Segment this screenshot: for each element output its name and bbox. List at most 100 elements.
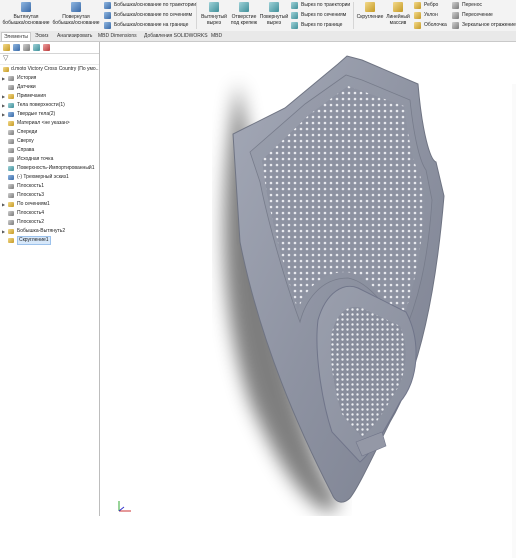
sweep-boss-label: Бобышка/основание по траектории [114,2,197,8]
plane-icon [8,130,14,135]
boundary-boss-button[interactable]: Бобышка/основание на границе [104,21,188,29]
tree-root-part[interactable]: d.moto Victory Cross Country (По умо... [0,65,99,74]
expand-arrow-icon[interactable]: ▶ [2,92,6,101]
tree-item[interactable]: Сверху [0,137,99,146]
ribbon-separator [353,2,354,29]
tree-item[interactable]: Плоскость2 [0,218,99,227]
boundary-cut-icon [291,21,298,29]
tree-item[interactable]: ▶ Твердые тела(2) [0,110,99,119]
rib-button[interactable]: Ребро [414,1,438,9]
property-manager-tab-icon[interactable] [13,44,20,51]
expand-arrow-icon[interactable]: ▶ [2,110,6,119]
tree-item[interactable]: Датчики [0,83,99,92]
revolve-cut-button[interactable]: Повернутый вырез [259,2,289,26]
tree-item[interactable]: ▶ История [0,74,99,83]
tree-item[interactable]: Исходная точка [0,155,99,164]
tree-item-label: История [17,75,37,81]
tree-item[interactable]: Спереди [0,128,99,137]
tree-item-label: (-) Трехмерный эскиз1 [17,174,69,180]
tab-features[interactable]: Элементы [1,32,31,41]
mirror-icon [452,21,459,29]
linear-pattern-button[interactable]: Линейный массив [385,2,411,26]
feature-manager-tab-icon[interactable] [3,44,10,51]
material-icon [8,121,14,126]
tree-item[interactable]: ▶ Тела поверхности(1) [0,101,99,110]
loft-boss-button[interactable]: Бобышка/основание по сечениям [104,11,192,19]
fillet-button[interactable]: Скругление [355,2,385,20]
sensor-icon [8,85,14,90]
origin-icon [8,157,14,162]
extrude-cut-button[interactable]: Вытянутый вырез [199,2,229,26]
revolve-boss-icon [71,2,81,12]
tree-item[interactable]: ▶ Бобышка-Вытянуть2 [0,227,99,236]
expand-arrow-icon[interactable]: ▶ [2,101,6,110]
extrude-boss-button[interactable]: Вытянутая бобышка/основание [2,2,50,26]
command-manager-ribbon: Вытянутая бобышка/основание Повернутая б… [0,0,516,32]
loft-cut-button[interactable]: Вырез по сечениям [291,11,346,19]
linear-pattern-icon [393,2,403,12]
tree-item[interactable]: (-) Трехмерный эскиз1 [0,173,99,182]
configuration-manager-tab-icon[interactable] [23,44,30,51]
filter-icon[interactable]: ▽ [3,55,8,63]
ribbon-separator [196,2,197,29]
sweep-cut-label: Вырез по траектории [301,2,351,8]
display-manager-tab-icon[interactable] [43,44,50,51]
expand-arrow-icon[interactable]: ▶ [2,200,6,209]
tree-item[interactable]: Плоскость1 [0,182,99,191]
tab-evaluate[interactable]: Анализировать [55,32,94,40]
tree-item-label: Сверху [17,138,34,144]
tree-item-label: Бобышка-Вытянуть2 [17,228,66,234]
tree-item[interactable]: Скругление1 [0,236,99,245]
sweep-boss-button[interactable]: Бобышка/основание по траектории [104,1,196,9]
boundary-cut-button[interactable]: Вырез по границе [291,21,342,29]
tree-item[interactable]: Плоскость3 [0,191,99,200]
wrap-label: Перенос [462,2,482,8]
mirror-button[interactable]: Зеркальное отражение [452,21,516,29]
tree-item[interactable]: Справа [0,146,99,155]
sketch-3d-icon [8,175,14,180]
shell-label: Оболочка [424,22,447,28]
tree-item[interactable]: ▶ По сечениям1 [0,200,99,209]
command-tabs: Элементы Эскиз Анализировать MBD Dimensi… [0,31,516,42]
wrap-button[interactable]: Перенос [452,1,482,9]
hole-wizard-label-2: под крепеж [230,20,258,26]
intersect-button[interactable]: Пересечение [452,11,493,19]
history-icon [8,76,14,81]
tab-solidworks-addins[interactable]: Добавления SOLIDWORKS [142,32,210,40]
boundary-boss-icon [104,21,111,29]
plane-icon [8,193,14,198]
tree-item-label: Датчики [17,84,36,90]
tab-mbd-dimensions[interactable]: MBD Dimensions [96,32,139,40]
dimxpert-tab-icon[interactable] [33,44,40,51]
tab-mbd[interactable]: MBD [209,32,224,40]
tree-item[interactable]: Поверхность-Импортированный1 [0,164,99,173]
revolve-boss-button[interactable]: Повернутая бобышка/основание [52,2,100,26]
extrude-cut-icon [209,2,219,12]
shell-button[interactable]: Оболочка [414,21,447,29]
expand-arrow-icon[interactable]: ▶ [2,227,6,236]
tree-item[interactable]: Плоскость4 [0,209,99,218]
draft-button[interactable]: Уклон [414,11,438,19]
shell-icon [414,21,421,29]
tree-item[interactable]: Материал <не указан> [0,119,99,128]
extrude-boss-icon [21,2,31,12]
model-view[interactable] [100,42,516,516]
tree-item-label: Плоскость3 [17,192,45,198]
fillet-label: Скругление [356,14,384,20]
sweep-cut-button[interactable]: Вырез по траектории [291,1,350,9]
revolve-cut-label-2: вырез [267,20,281,26]
hole-wizard-icon [239,2,249,12]
hole-wizard-button[interactable]: Отверстие под крепеж [229,2,259,26]
tree-item-label: По сечениям1 [17,201,50,207]
expand-arrow-icon[interactable]: ▶ [2,74,6,83]
tree-item[interactable]: ▶ Примечания [0,92,99,101]
mirror-label: Зеркальное отражение [462,22,516,28]
annotation-icon [8,94,14,99]
tree-filter[interactable]: ▽ [0,54,99,65]
boundary-boss-label: Бобышка/основание на границе [114,22,189,28]
graphics-viewport[interactable] [100,42,516,558]
extrude-boss-label-2: бобышка/основание [2,20,50,26]
feature-manager-panel: ▽ d.moto Victory Cross Country (По умо..… [0,42,100,516]
imported-surface-icon [8,166,14,171]
tab-sketch[interactable]: Эскиз [33,32,50,40]
